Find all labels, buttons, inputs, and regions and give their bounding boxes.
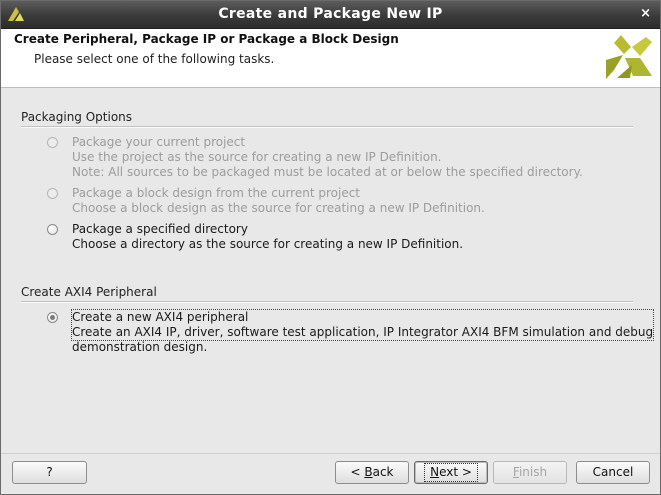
finish-button[interactable]: Finish [493, 461, 567, 484]
title-bar[interactable]: Create and Package New IP × [1, 1, 660, 29]
axi4-peripheral-section: Create AXI4 Peripheral [21, 285, 633, 303]
radio-package-current-project [47, 137, 58, 148]
packaging-options-section: Packaging Options [21, 110, 633, 128]
radio-package-specified-directory[interactable] [47, 224, 58, 235]
option-description: Create an AXI4 IP, driver, software test… [72, 325, 654, 339]
option-label[interactable]: Create a new AXI4 peripheral [72, 310, 653, 325]
option-description: Use the project as the source for creati… [72, 150, 442, 164]
header-title: Create Peripheral, Package IP or Package… [14, 32, 399, 46]
focused-option-text[interactable]: Create a new AXI4 peripheral Create an A… [70, 309, 655, 341]
axi4-section-title: Create AXI4 Peripheral [21, 285, 157, 299]
packaging-options-title: Packaging Options [21, 110, 133, 124]
close-icon[interactable]: × [640, 6, 651, 21]
radio-create-axi4-peripheral[interactable] [47, 312, 58, 323]
option-label[interactable]: Package a specified directory [72, 222, 463, 237]
next-button[interactable]: Next > [414, 461, 488, 484]
option-description: Choose a block design as the source for … [72, 201, 485, 215]
option-label: Package your current project [72, 135, 246, 149]
section-divider [21, 126, 633, 128]
dialog-window: Create and Package New IP × Create Perip… [0, 0, 661, 495]
footer-divider [1, 453, 660, 454]
option-label: Package a block design from the current … [72, 186, 360, 200]
cancel-button[interactable]: Cancel [576, 461, 650, 484]
radio-package-block-design [47, 188, 58, 199]
option-description-cont: demonstration design. [72, 340, 208, 354]
back-button[interactable]: < Back [335, 461, 409, 484]
section-divider [21, 301, 633, 303]
option-note: Note: All sources to be packaged must be… [72, 165, 583, 179]
header-subtitle: Please select one of the following tasks… [34, 52, 275, 66]
option-description: Choose a directory as the source for cre… [72, 237, 464, 251]
wizard-header: Create Peripheral, Package IP or Package… [1, 29, 660, 88]
vivado-ip-logo-icon [606, 35, 652, 79]
help-button[interactable]: ? [12, 461, 87, 484]
window-title: Create and Package New IP [218, 6, 443, 22]
